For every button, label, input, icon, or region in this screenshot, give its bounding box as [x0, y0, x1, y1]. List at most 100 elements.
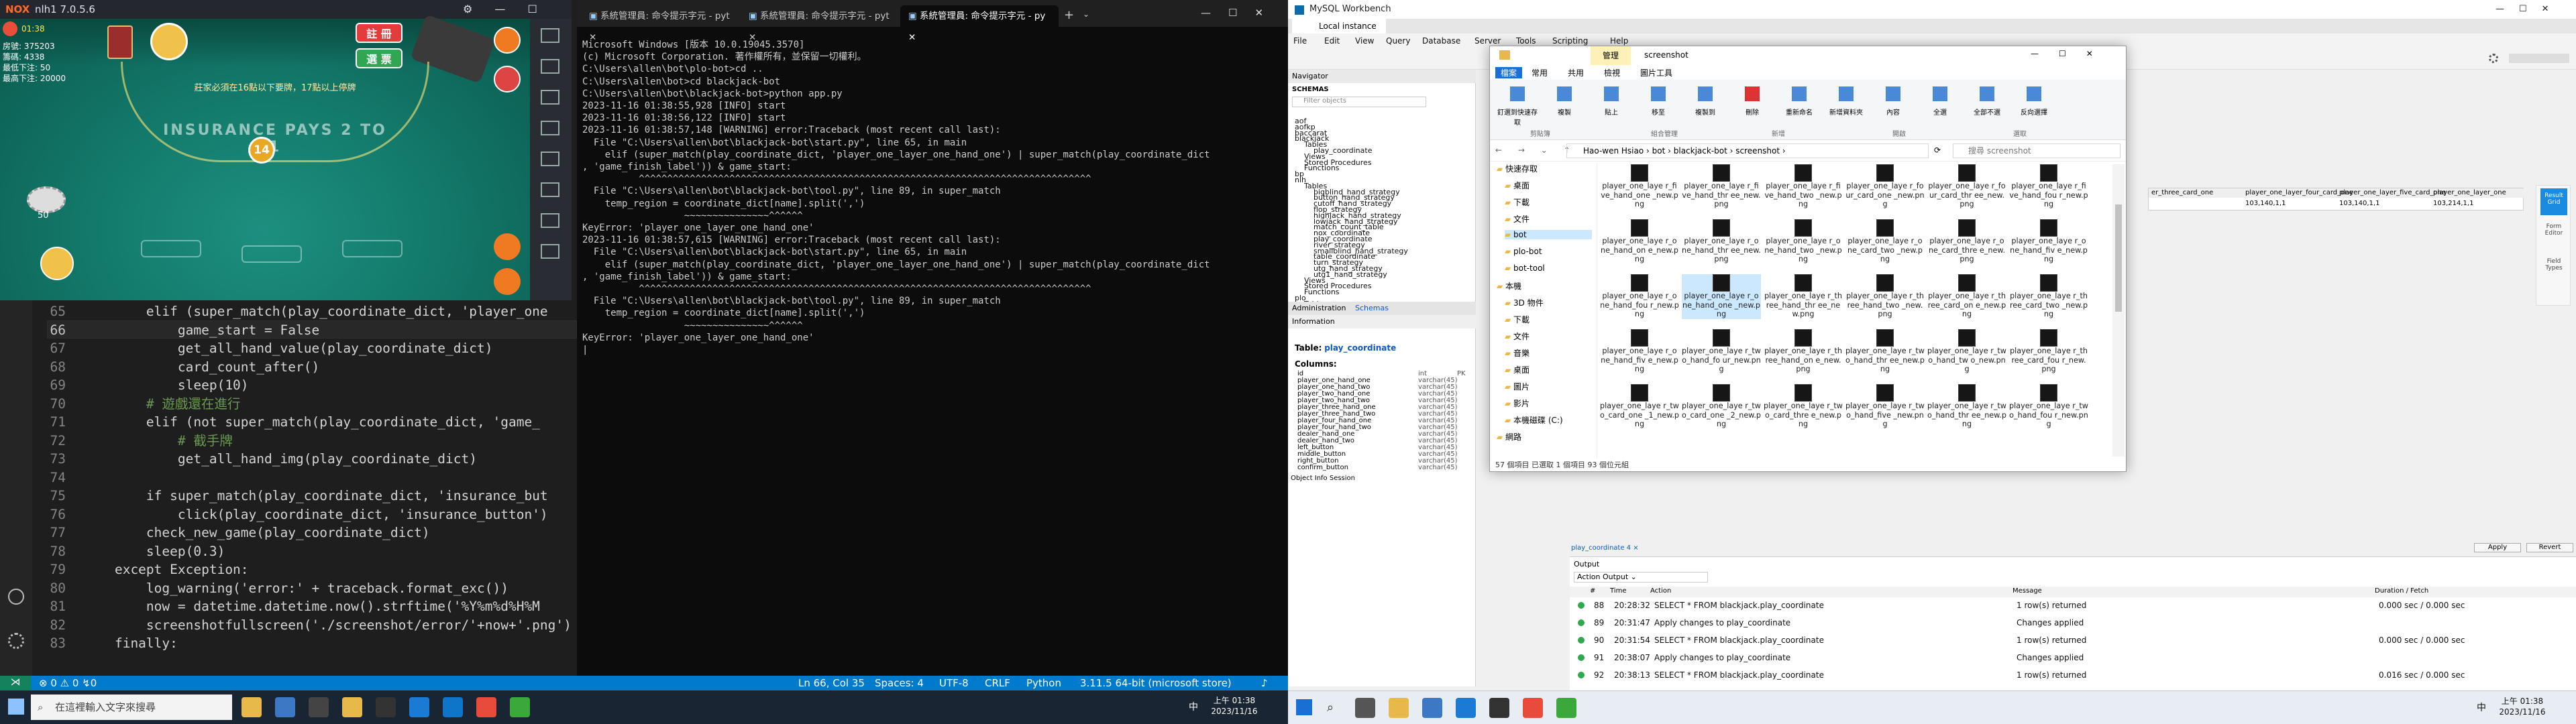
mic-icon[interactable] — [494, 233, 521, 260]
clock-time[interactable]: 上午 01:38 — [1208, 695, 1261, 706]
manage-gear-icon[interactable] — [8, 633, 24, 649]
file-item[interactable]: player_one_laye r_two_hand_five _new.png — [1845, 384, 1925, 429]
revert-button[interactable]: Revert — [2526, 543, 2573, 552]
menu-icon[interactable] — [494, 27, 521, 54]
file-item[interactable]: player_one_laye r_five_hand_fou r_new.pn… — [2009, 164, 2088, 209]
clock-date[interactable]: 2023/11/16 — [2496, 707, 2549, 717]
code-line[interactable]: 75 if super_match(play_coordinate_dict, … — [32, 487, 577, 505]
nav-item[interactable]: ▰ 本機磁碟 (C:) — [1505, 414, 1563, 426]
bet-spot-2[interactable] — [241, 245, 302, 263]
ribbon-button[interactable]: 貼上 — [1589, 107, 1633, 117]
ribbon-button[interactable]: 複製 — [1542, 107, 1587, 117]
file-item[interactable]: player_one_laye r_one_hand_fou r_new.png — [1600, 274, 1679, 319]
ribbon-button[interactable]: 內容 — [1871, 107, 1915, 117]
schema-tree[interactable]: aof aofkp baccarat blackjack Tables play_coor… — [1288, 117, 1476, 311]
explorer-search-input[interactable]: 搜尋 screenshot — [1953, 143, 2121, 158]
output-row[interactable]: 90 20:31:54 SELECT * FROM blackjack.play_c… — [1574, 632, 2573, 648]
python-interpreter[interactable]: 3.11.5 64-bit (microsoft store) — [1080, 677, 1232, 689]
line-icon[interactable] — [510, 697, 530, 717]
bet-spot-1[interactable] — [141, 240, 201, 257]
line-icon[interactable] — [1556, 698, 1576, 718]
terminal-icon[interactable] — [1489, 698, 1509, 718]
code-line[interactable]: 77 check_new_game(play_coordinate_dict) — [32, 524, 577, 542]
breadcrumb-segment[interactable]: bot — [1652, 146, 1666, 156]
output-row[interactable]: 91 20:38:07 Apply changes to play_coordina… — [1574, 650, 2573, 666]
nav-item[interactable]: ▰ 下載 — [1505, 314, 1529, 325]
ribbon-button[interactable]: 全選 — [1918, 107, 1962, 117]
nav-item[interactable]: ▰ plo-bot — [1505, 247, 1542, 256]
result-tab[interactable]: play_coordinate 4 × — [1571, 544, 1639, 552]
bet-spot-3[interactable] — [342, 240, 402, 257]
grid-cell[interactable]: 103,214,1,1 — [2433, 200, 2473, 207]
ribbon-tab[interactable]: 常用 — [1532, 67, 1548, 78]
code-line[interactable]: 81 now = datetime.datetime.now().strftim… — [32, 597, 577, 616]
workbench-window-controls[interactable]: —☐✕ — [2496, 0, 2564, 19]
chevron-down-icon[interactable]: ⌄ — [1083, 9, 1089, 19]
edge-icon[interactable] — [443, 697, 463, 717]
folder-icon[interactable] — [342, 697, 362, 717]
menu-item-server[interactable]: Server — [1474, 36, 1501, 46]
file-item[interactable]: player_one_laye r_two_hand_tw o_new.png — [1927, 329, 2006, 374]
vscode-icon[interactable] — [409, 697, 429, 717]
menu-item-help[interactable]: Help — [1610, 36, 1628, 46]
breadcrumb-segment[interactable]: blackjack-bot — [1674, 146, 1727, 156]
output-row[interactable]: 88 20:28:32 SELECT * FROM blackjack.play_c… — [1574, 597, 2573, 613]
windows-terminal-icon[interactable] — [376, 697, 396, 717]
vscode-icon[interactable] — [1456, 698, 1476, 718]
code-line[interactable]: 67 get_all_hand_value(play_coordinate_di… — [32, 339, 577, 358]
line-ending[interactable]: CRLF — [985, 677, 1010, 689]
ribbon-button[interactable]: 重新命名 — [1777, 107, 1821, 117]
nav-item[interactable]: ▰ 快速存取 — [1497, 163, 1538, 174]
nav-item[interactable]: ▰ 下載 — [1505, 196, 1529, 208]
mysql-icon[interactable] — [275, 697, 295, 717]
back-forward-icons[interactable]: ← → ⌄ ↑ — [1495, 145, 1577, 155]
layout-toggle-icons[interactable] — [2509, 54, 2569, 63]
nav-item[interactable]: ▰ 3D 物件 — [1505, 297, 1544, 308]
menu-item-query[interactable]: Query — [1386, 36, 1410, 46]
bell-icon[interactable]: ♪ — [1261, 677, 1268, 689]
file-item[interactable]: player_one_laye r_one_hand_fiv e_new.png — [1600, 329, 1679, 374]
location-icon[interactable] — [541, 121, 559, 135]
nav-item[interactable]: ▰ 文件 — [1505, 213, 1529, 225]
scrollbar[interactable] — [2112, 164, 2125, 457]
file-item[interactable]: player_one_laye r_one_hand_two _new.png — [1764, 219, 1843, 264]
code-line[interactable]: 66 game_start = False — [32, 321, 577, 340]
menu-item-view[interactable]: View — [1355, 36, 1374, 46]
ribbon-button[interactable]: 反向選擇 — [2012, 107, 2056, 117]
file-grid[interactable]: player_one_laye r_five_hand_one _new.png… — [1600, 164, 2110, 459]
file-item[interactable]: player_one_laye r_two_card_one _2_new.pn… — [1682, 384, 1761, 429]
nav-item[interactable]: ▰ 桌面 — [1505, 180, 1529, 191]
file-item[interactable]: player_one_laye r_three_card_on e_new.pn… — [1927, 274, 2006, 319]
tree-item[interactable]: Functions — [1304, 288, 1340, 296]
file-item[interactable]: player_one_laye r_four_card_one _new.png — [1845, 164, 1925, 209]
new-tab-icon[interactable]: + — [1064, 8, 1074, 22]
blackjack-game-canvas[interactable]: 01:38 房號: 375203 籌碼: 4338 最低下注: 50 最高下注:… — [0, 14, 530, 300]
terminal-icon[interactable] — [309, 697, 329, 717]
chrome-icon[interactable] — [1523, 698, 1543, 718]
file-item[interactable]: player_one_laye r_one_hand_fiv e_new.png — [2009, 219, 2088, 264]
cursor-position[interactable]: Ln 66, Col 35 — [798, 677, 865, 689]
field-types-button[interactable]: Field Types — [2540, 258, 2567, 285]
ribbon-tab[interactable]: 圖片工具 — [1640, 67, 1672, 78]
language-mode[interactable]: Python — [1026, 677, 1061, 689]
ribbon-button[interactable]: 移至 — [1636, 107, 1680, 117]
start-icon[interactable] — [1296, 699, 1312, 715]
task-view-icon[interactable] — [1355, 698, 1375, 718]
code-line[interactable]: 83 finally: — [32, 634, 577, 653]
code-line[interactable]: 76 click(play_coordinate_dict, 'insuranc… — [32, 505, 577, 524]
file-item[interactable]: player_one_laye r_two_card_thre e_new.pn… — [1764, 384, 1843, 429]
chat-icon[interactable] — [494, 268, 521, 295]
file-item[interactable]: player_one_laye r_one_hand_one _new.png — [1682, 274, 1761, 319]
file-explorer-icon[interactable] — [241, 697, 262, 717]
apply-button[interactable]: Apply — [2474, 543, 2521, 552]
grid-header[interactable]: er_three_card_one — [2151, 189, 2213, 196]
ribbon-button[interactable]: 釘選到快速存取 — [1495, 107, 1540, 127]
file-item[interactable]: player_one_laye r_five_hand_two _new.png — [1764, 164, 1843, 209]
search-icon[interactable]: ⌕ — [1327, 701, 1334, 715]
more-icon[interactable] — [541, 244, 559, 259]
grid-cell[interactable]: 103,140,1,1 — [2339, 200, 2379, 207]
breadcrumb-segment[interactable]: screenshot — [1735, 146, 1780, 156]
grid-header[interactable]: player_one_layer_one — [2433, 189, 2506, 196]
chrome-icon[interactable] — [476, 697, 496, 717]
multi-instance-icon[interactable] — [541, 213, 559, 228]
